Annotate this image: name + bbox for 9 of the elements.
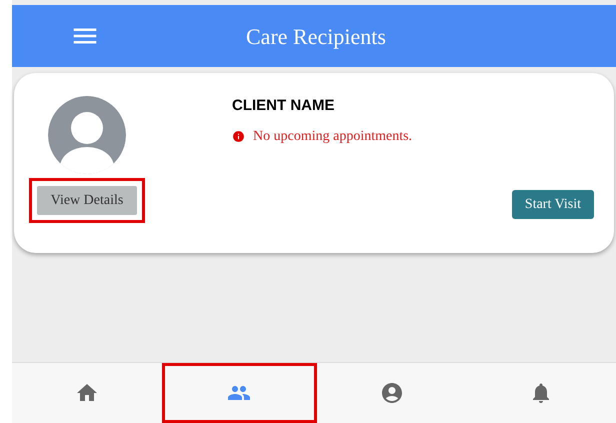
nav-tab[interactable] xyxy=(162,363,317,423)
header-title: Care Recipients xyxy=(246,22,386,51)
client-name: CLIENT NAME xyxy=(232,96,336,116)
start-visit-button[interactable]: Start Visit xyxy=(512,190,594,218)
view-details-button[interactable]: View Details xyxy=(36,186,138,215)
avatar-icon xyxy=(47,95,127,175)
notice-text: No upcoming appointments. xyxy=(253,128,412,146)
alert-icon xyxy=(232,130,245,142)
account-icon xyxy=(380,381,404,405)
